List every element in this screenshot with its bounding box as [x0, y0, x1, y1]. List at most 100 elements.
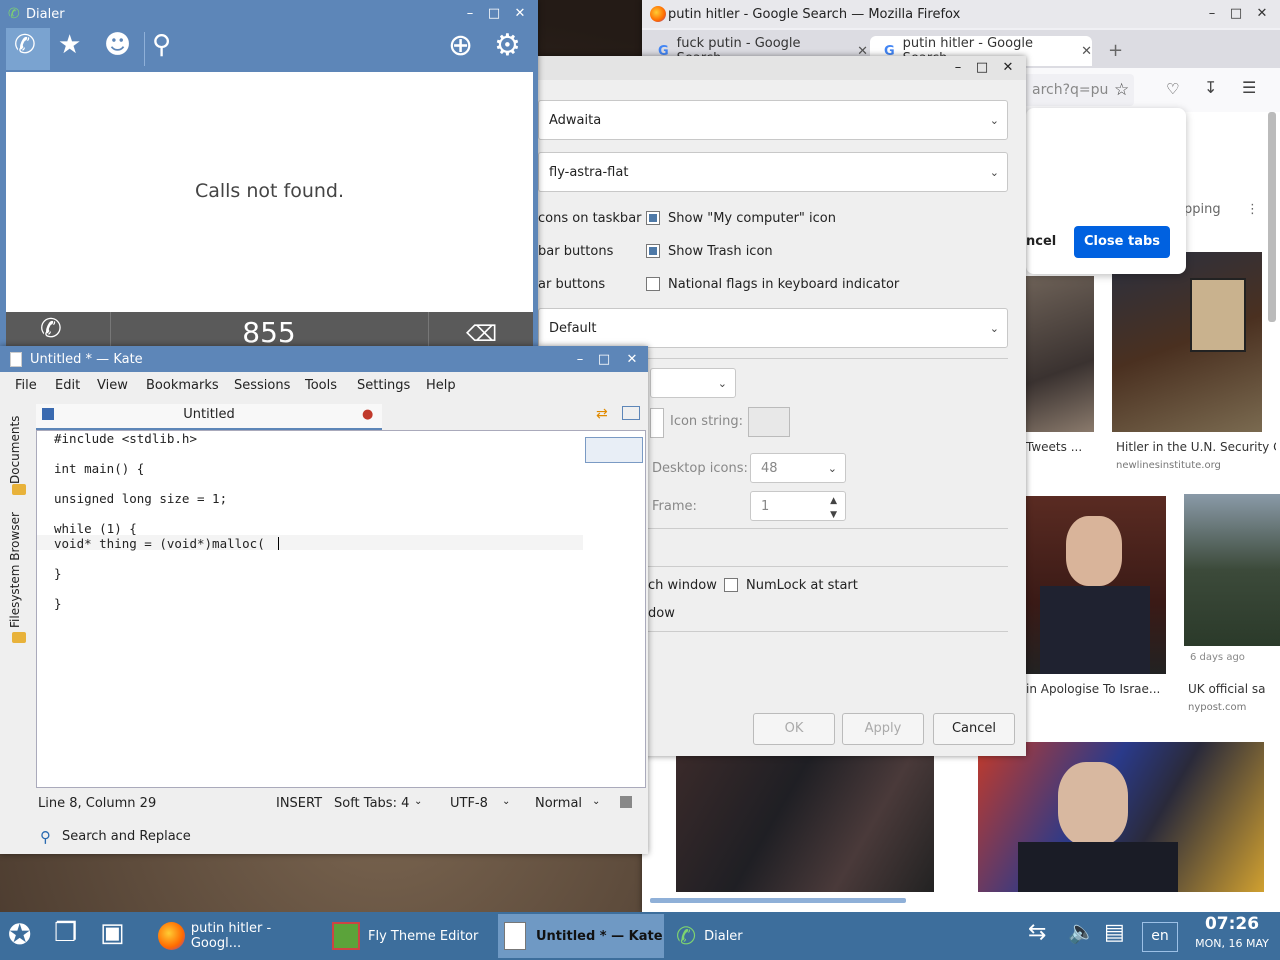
menu-tools[interactable]: Tools — [305, 378, 337, 393]
close-tabs-button[interactable]: Close tabs — [1074, 226, 1170, 258]
apply-button[interactable]: Apply — [842, 713, 924, 745]
shopping-filter[interactable]: pping — [1184, 202, 1221, 217]
menu-icon[interactable]: ☰ — [1242, 78, 1256, 97]
clock-date: MON, 16 MAY — [1195, 937, 1269, 950]
color-swatch[interactable] — [650, 408, 664, 438]
close-icon[interactable]: ✕ — [512, 6, 528, 22]
close-icon[interactable]: ✕ — [624, 352, 640, 368]
kate-titlebar[interactable]: Untitled * — Kate – □ ✕ — [0, 346, 648, 372]
search-and-replace-button[interactable]: Search and Replace — [62, 829, 191, 844]
menu-settings[interactable]: Settings — [357, 378, 410, 393]
icon-string-field[interactable] — [748, 407, 790, 437]
volume-icon[interactable]: 🔈 — [1068, 920, 1095, 945]
minimize-icon[interactable]: – — [950, 60, 966, 76]
call-icon[interactable]: ✆ — [40, 314, 62, 344]
minimap[interactable] — [585, 437, 643, 463]
settings-gear-icon[interactable]: ⚙ — [494, 28, 521, 63]
gtk-theme-combo[interactable]: Adwaita ⌄ — [538, 100, 1008, 140]
small-combo[interactable]: ⌄ — [650, 368, 736, 398]
display-icon[interactable]: ▤ — [1104, 920, 1125, 945]
result-image[interactable] — [676, 756, 934, 892]
minimize-icon[interactable]: – — [462, 6, 478, 22]
close-document-icon[interactable]: ● — [362, 407, 373, 422]
result-image[interactable] — [1026, 276, 1094, 432]
menu-edit[interactable]: Edit — [55, 378, 80, 393]
maximize-icon[interactable]: □ — [1228, 6, 1244, 22]
close-icon[interactable]: ✕ — [1000, 60, 1016, 76]
result-image[interactable] — [1184, 494, 1280, 646]
task-dialer[interactable]: ✆ Dialer — [670, 914, 836, 958]
task-theme-editor[interactable]: Fly Theme Editor — [326, 914, 492, 958]
result-title[interactable]: UK official sa — [1188, 682, 1278, 696]
theme-editor-titlebar[interactable]: – □ ✕ — [538, 56, 1026, 80]
desktop-icons-combo[interactable]: 48 ⌄ — [750, 453, 846, 483]
result-title[interactable]: Tweets ... — [1026, 440, 1096, 454]
dialer-titlebar[interactable]: ✆ Dialer – □ ✕ — [0, 0, 538, 28]
close-icon[interactable]: ✕ — [1254, 6, 1270, 22]
menu-sessions[interactable]: Sessions — [234, 378, 290, 393]
maximize-icon[interactable]: □ — [974, 60, 990, 76]
text-cursor — [278, 537, 279, 550]
horizontal-scrollbar[interactable] — [650, 898, 906, 903]
minimize-icon[interactable]: – — [1204, 6, 1220, 22]
minimize-icon[interactable]: – — [572, 352, 588, 368]
chevron-down-icon: ⌄ — [717, 377, 727, 390]
encoding[interactable]: UTF-8 — [450, 796, 488, 811]
indentation-settings[interactable]: Soft Tabs: 4 — [334, 796, 409, 811]
show-desktop-icon[interactable]: ❐ — [54, 918, 77, 948]
maximize-icon[interactable]: □ — [486, 6, 502, 22]
bookmark-star-icon[interactable]: ☆ — [1114, 80, 1129, 100]
backspace-icon[interactable]: ⌫ — [466, 322, 497, 346]
new-tab-icon[interactable]: + — [1108, 40, 1123, 61]
keyboard-layout-indicator[interactable]: en — [1142, 922, 1178, 952]
cursor-position[interactable]: Line 8, Column 29 — [38, 796, 156, 811]
download-icon[interactable]: ↧ — [1204, 78, 1217, 97]
contacts-icon[interactable]: ☻ — [104, 30, 131, 60]
menu-help[interactable]: Help — [426, 378, 456, 393]
style-combo[interactable]: Default ⌄ — [538, 308, 1008, 348]
menu-bookmarks[interactable]: Bookmarks — [146, 378, 219, 393]
input-mode[interactable]: INSERT — [276, 796, 322, 811]
pocket-icon[interactable]: ♡ — [1166, 80, 1179, 98]
national-flags-checkbox[interactable] — [646, 277, 660, 291]
result-image[interactable] — [1026, 496, 1166, 674]
quick-open-icon[interactable]: ⇄ — [596, 406, 608, 422]
start-menu-icon[interactable]: ✪ — [8, 918, 31, 951]
search-icon[interactable]: ⚲ — [152, 30, 171, 60]
result-title[interactable]: in Apologise To Israe... — [1026, 682, 1176, 696]
result-title[interactable]: Hitler in the U.N. Security C — [1116, 440, 1276, 454]
menu-view[interactable]: View — [97, 378, 128, 393]
numlock-checkbox[interactable] — [724, 578, 738, 592]
cancel-button[interactable]: ncel — [1026, 234, 1056, 249]
task-firefox[interactable]: putin hitler - Googl... — [152, 914, 320, 958]
menu-file[interactable]: File — [15, 378, 37, 393]
filesystem-browser-tab[interactable]: Filesystem Browser — [8, 508, 22, 628]
tab-close-icon[interactable]: ✕ — [1081, 44, 1092, 59]
split-view-icon[interactable] — [622, 406, 640, 420]
trash-checkbox[interactable] — [646, 244, 660, 258]
add-icon[interactable]: ⊕ — [448, 28, 473, 63]
code-editor[interactable]: #include <stdlib.h> int main() { unsigne… — [36, 430, 646, 788]
network-icon[interactable]: ⇆ — [1028, 920, 1046, 945]
frame-spinbox[interactable]: 1 ▲ ▼ — [750, 491, 846, 521]
result-image[interactable] — [1112, 252, 1262, 432]
task-kate[interactable]: Untitled * — Kate — [498, 914, 664, 958]
more-icon[interactable]: ⋮ — [1246, 202, 1259, 217]
result-image[interactable] — [978, 742, 1264, 892]
my-computer-checkbox[interactable] — [646, 211, 660, 225]
documents-panel-tab[interactable]: Documents — [8, 404, 22, 484]
maximize-icon[interactable]: □ — [596, 352, 612, 368]
document-tab[interactable]: Untitled ● — [36, 404, 382, 430]
ok-button[interactable]: OK — [753, 713, 835, 745]
syntax-mode[interactable]: Normal — [535, 796, 582, 811]
icon-theme-combo[interactable]: fly-astra-flat ⌄ — [538, 152, 1008, 192]
firefox-titlebar[interactable]: putin hitler - Google Search — Mozilla F… — [642, 0, 1280, 28]
dialed-number[interactable]: 855 — [110, 316, 428, 346]
favorites-star-icon[interactable]: ★ — [58, 30, 81, 60]
file-manager-icon[interactable]: ▣ — [100, 918, 125, 948]
vertical-scrollbar[interactable] — [1268, 112, 1276, 322]
cancel-button[interactable]: Cancel — [933, 713, 1015, 745]
recent-calls-tab[interactable]: ✆ — [6, 28, 50, 70]
clock-time[interactable]: 07:26 — [1184, 914, 1280, 934]
spin-arrows-icon[interactable]: ▲ ▼ — [830, 494, 837, 522]
